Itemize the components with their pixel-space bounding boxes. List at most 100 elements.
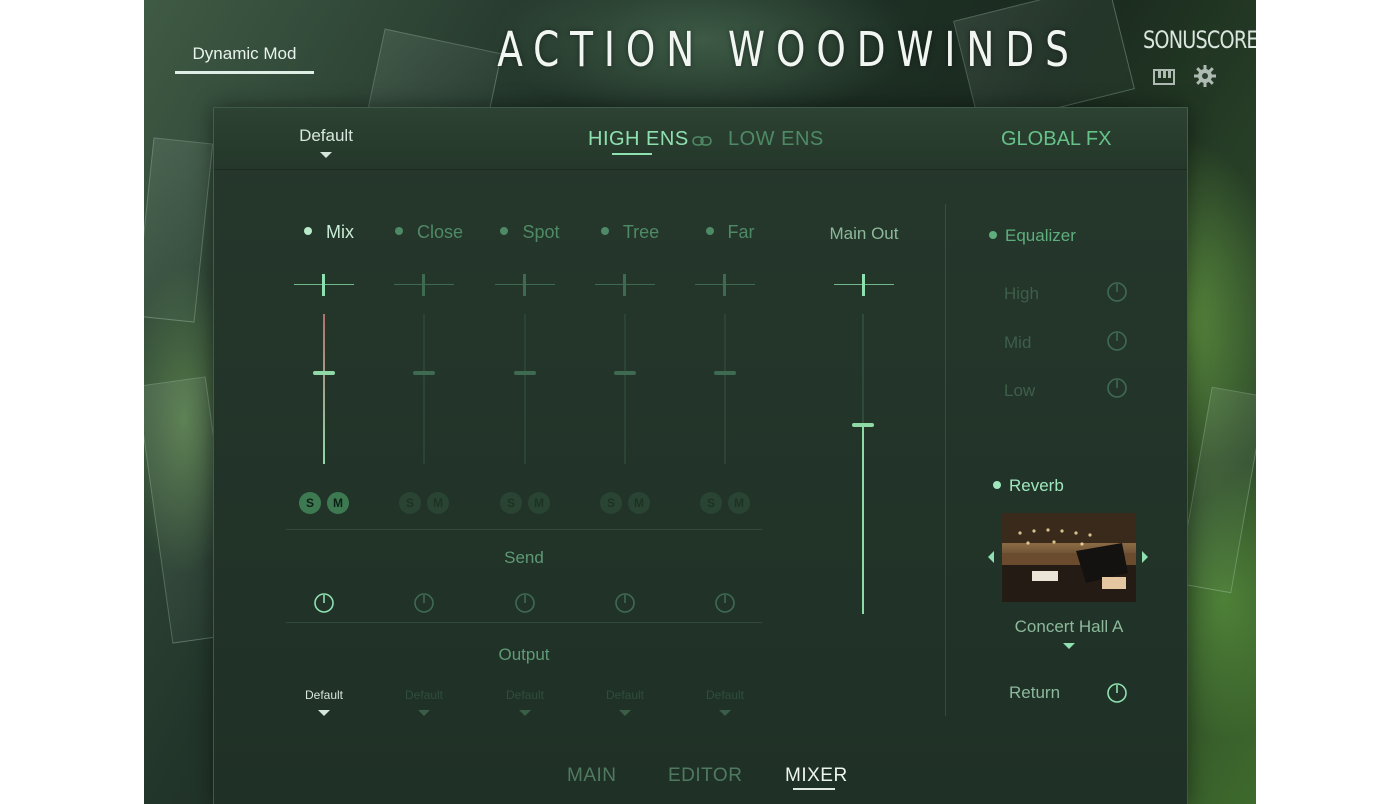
gear-icon[interactable] — [1193, 64, 1217, 88]
mixer-panel: Default HIGH ENS LOW ENS GLOBAL FX Mix S M… — [213, 107, 1188, 804]
reverb-preset-dropdown[interactable]: Concert Hall A — [989, 617, 1149, 649]
channel-label-spot[interactable]: Spot — [480, 222, 580, 243]
active-tab-underline — [793, 788, 835, 790]
mute-button[interactable]: M — [628, 492, 650, 514]
global-fx-title[interactable]: GLOBAL FX — [1001, 128, 1111, 151]
preset-dropdown[interactable]: Default — [286, 126, 366, 158]
channel-label-tree[interactable]: Tree — [580, 222, 680, 243]
chevron-down-icon — [619, 710, 631, 716]
channel-label-close[interactable]: Close — [379, 222, 479, 243]
eq-high-label: High — [1004, 284, 1039, 303]
tab-mixer[interactable]: MIXER — [785, 765, 848, 787]
volume-fader-spot[interactable] — [510, 314, 540, 464]
equalizer-dot — [989, 230, 997, 239]
channel-label-mix[interactable]: Mix — [279, 222, 379, 243]
channel-name: Close — [416, 222, 464, 242]
send-knob-close[interactable] — [413, 592, 435, 614]
tab-high-ens[interactable]: HIGH ENS — [588, 128, 689, 151]
eq-high-knob[interactable] — [1106, 281, 1128, 303]
main-out-label: Main Out — [829, 224, 899, 243]
send-knob-tree[interactable] — [614, 592, 636, 614]
mute-button[interactable]: M — [427, 492, 449, 514]
channel-active-dot — [394, 227, 403, 236]
divider — [286, 529, 762, 530]
pan-slider-mix[interactable] — [294, 273, 354, 297]
output-select-mix[interactable]: Default — [294, 688, 354, 716]
chevron-down-icon — [418, 710, 430, 716]
divider — [286, 622, 762, 623]
send-label: Send — [504, 548, 544, 567]
reverb-return-label: Return — [1009, 683, 1061, 702]
output-select-label: Default — [304, 688, 344, 702]
chevron-down-icon — [719, 710, 731, 716]
mute-button[interactable]: M — [528, 492, 550, 514]
pan-slider-close[interactable] — [394, 273, 454, 297]
mute-button[interactable]: M — [327, 492, 349, 514]
output-select-label: Default — [404, 688, 444, 702]
solo-mute-group: SM — [399, 492, 451, 514]
bg-glass-shard — [144, 137, 214, 323]
active-tab-underline — [612, 153, 652, 155]
chevron-down-icon — [519, 710, 531, 716]
pan-slider-tree[interactable] — [595, 273, 655, 297]
chevron-right-icon[interactable] — [1142, 551, 1148, 563]
channel-label-far[interactable]: Far — [680, 222, 780, 243]
solo-mute-group: SM — [299, 492, 351, 514]
solo-button[interactable]: S — [600, 492, 622, 514]
solo-button[interactable]: S — [299, 492, 321, 514]
product-title: ACTION WOODWINDS — [497, 22, 1080, 78]
solo-button[interactable]: S — [399, 492, 421, 514]
volume-fader-tree[interactable] — [610, 314, 640, 464]
solo-button[interactable]: S — [700, 492, 722, 514]
main-out-pan[interactable] — [834, 273, 894, 297]
piano-icon[interactable] — [1152, 64, 1176, 88]
solo-mute-group: SM — [700, 492, 752, 514]
reverb-dot — [993, 480, 1001, 489]
channel-name: Tree — [622, 222, 660, 242]
chevron-left-icon[interactable] — [988, 551, 994, 563]
eq-mid-knob[interactable] — [1106, 330, 1128, 352]
solo-mute-group: SM — [500, 492, 552, 514]
output-select-label: Default — [705, 688, 745, 702]
solo-button[interactable]: S — [500, 492, 522, 514]
output-select-far[interactable]: Default — [695, 688, 755, 716]
equalizer-label: Equalizer — [1005, 226, 1076, 245]
volume-fader-far[interactable] — [710, 314, 740, 464]
reverb-label: Reverb — [1009, 476, 1064, 495]
output-select-tree[interactable]: Default — [595, 688, 655, 716]
reverb-toggle[interactable]: Reverb — [993, 476, 1064, 496]
tab-low-ens[interactable]: LOW ENS — [728, 128, 824, 151]
pan-slider-far[interactable] — [695, 273, 755, 297]
output-select-close[interactable]: Default — [394, 688, 454, 716]
channel-name: Mix — [326, 222, 354, 242]
tab-dynamic-mod[interactable]: Dynamic Mod — [175, 42, 314, 74]
panel-header: Default HIGH ENS LOW ENS GLOBAL FX — [214, 108, 1187, 170]
reverb-return-knob[interactable] — [1106, 682, 1128, 704]
reverb-preset-label: Concert Hall A — [1014, 617, 1124, 636]
volume-fader-mix[interactable] — [309, 314, 339, 464]
output-label: Output — [498, 645, 550, 664]
tab-main[interactable]: MAIN — [567, 765, 617, 787]
mute-button[interactable]: M — [728, 492, 750, 514]
eq-low-label: Low — [1004, 381, 1036, 400]
equalizer-toggle[interactable]: Equalizer — [989, 226, 1076, 246]
chevron-down-icon — [1063, 643, 1075, 649]
send-knob-mix[interactable] — [313, 592, 335, 614]
send-knob-spot[interactable] — [514, 592, 536, 614]
send-knob-far[interactable] — [714, 592, 736, 614]
volume-fader-close[interactable] — [409, 314, 439, 464]
eq-low-knob[interactable] — [1106, 377, 1128, 399]
output-select-label: Default — [505, 688, 545, 702]
channel-active-dot — [304, 227, 312, 236]
main-out-fader[interactable] — [848, 314, 878, 614]
fx-separator — [945, 204, 946, 716]
pan-slider-spot[interactable] — [495, 273, 555, 297]
output-select-label: Default — [605, 688, 645, 702]
output-select-spot[interactable]: Default — [495, 688, 555, 716]
channel-active-dot — [600, 227, 609, 236]
chevron-down-icon — [318, 710, 330, 716]
tab-editor[interactable]: EDITOR — [668, 765, 742, 787]
link-icon[interactable] — [692, 134, 712, 146]
plugin-window: Dynamic Mod ACTION WOODWINDS SONUSCORE D… — [144, 0, 1256, 804]
reverb-hall-image[interactable] — [1002, 513, 1136, 602]
